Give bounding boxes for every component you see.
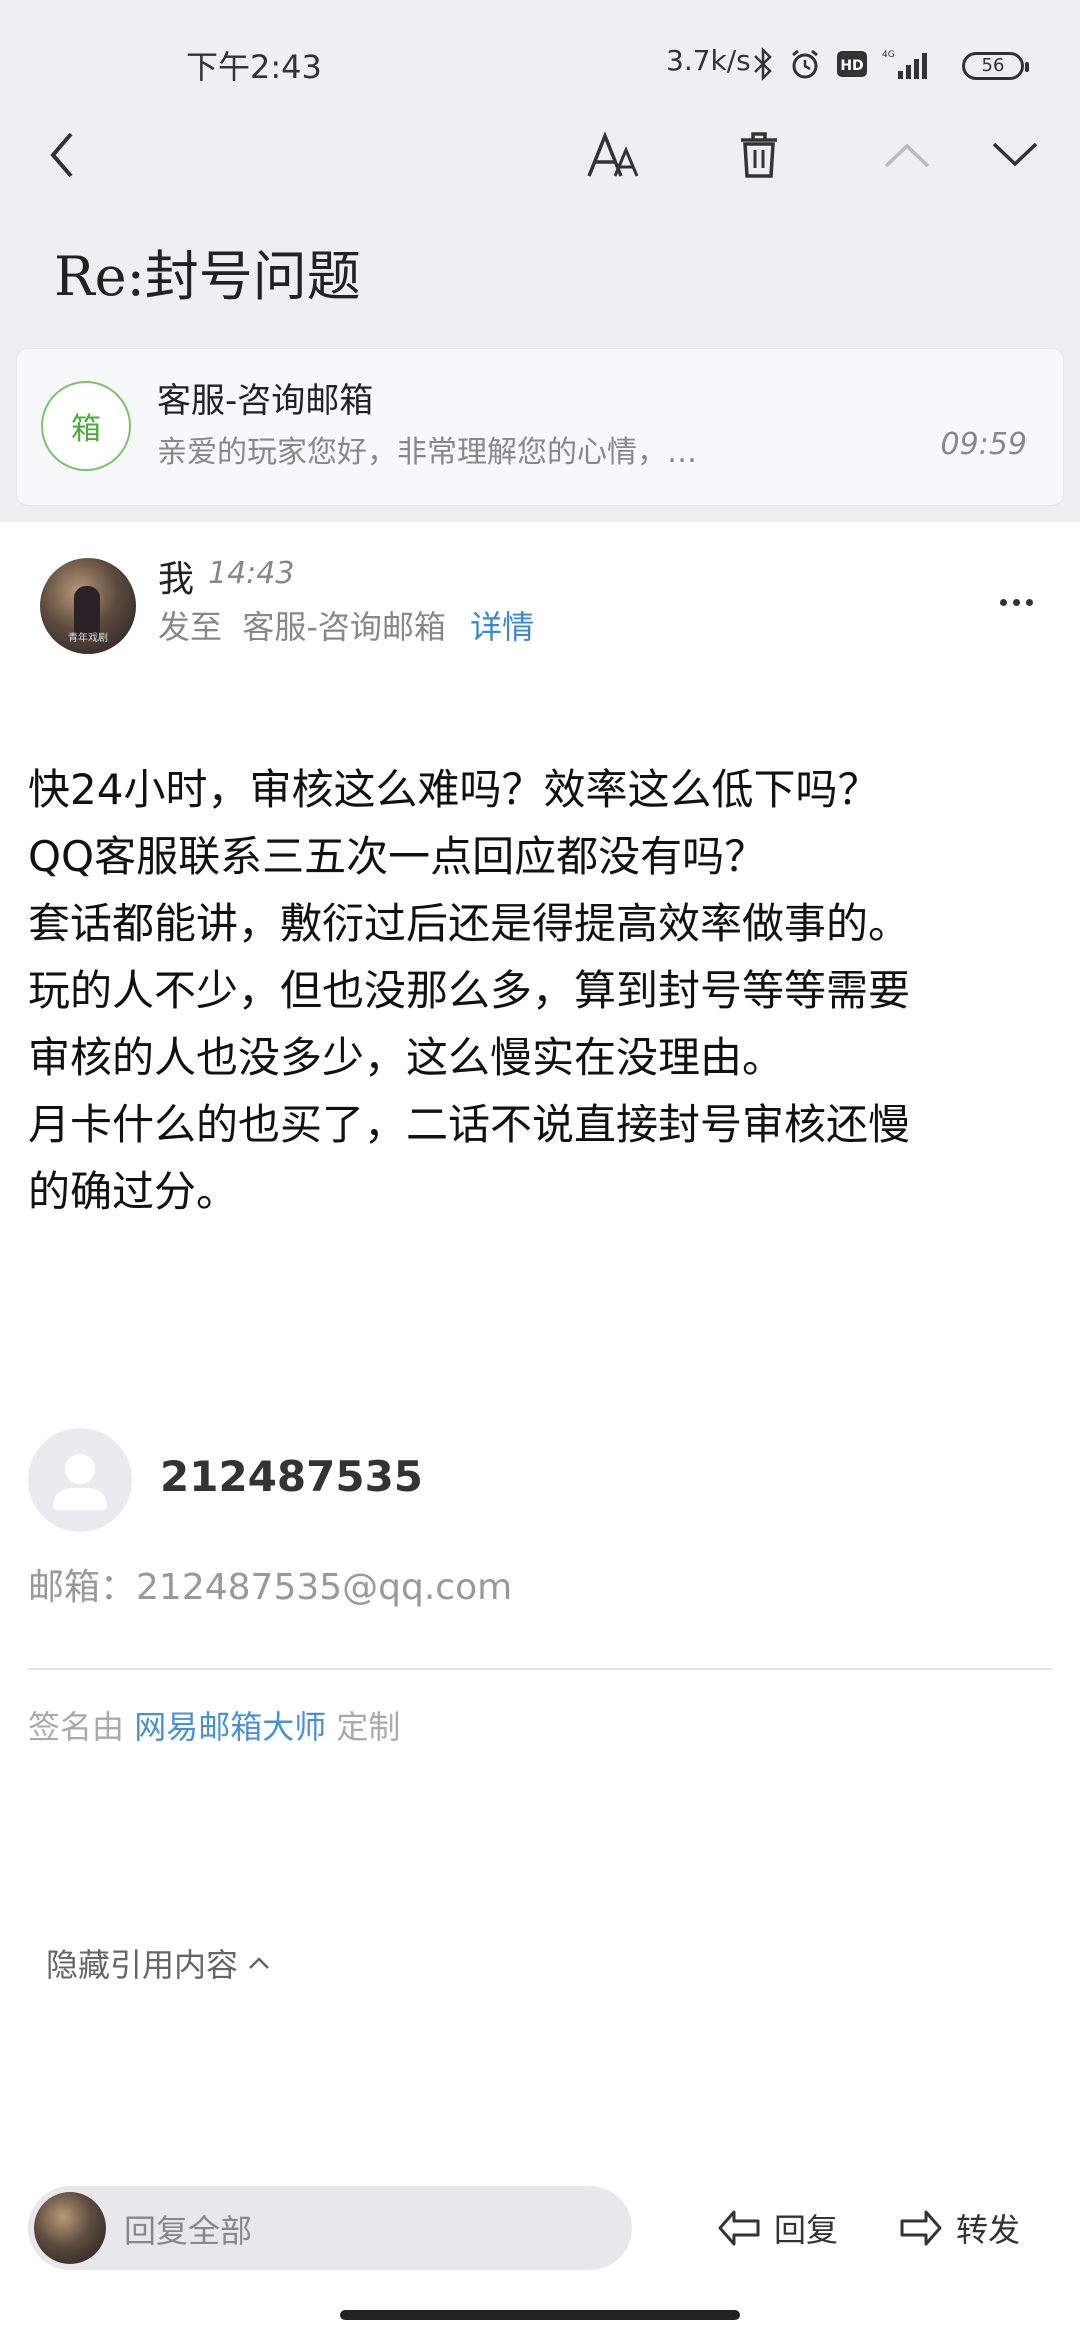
home-indicator[interactable] [340,2310,740,2320]
reply-all-label: 回复全部 [124,2212,253,2250]
message-header: 青年戏剧 我 14:43 发至 客服-咨询邮箱 详情 [0,540,1080,670]
to-prefix: 发至 [158,608,223,646]
chevron-up-icon [884,143,930,168]
network-speed: 3.7k/s [666,44,751,77]
avatar[interactable]: 青年戏剧 [40,558,136,654]
battery-indicator: 56 [962,52,1029,80]
toolbar [0,110,1080,200]
svg-text:HD: HD [840,58,863,74]
font-size-button[interactable] [578,120,648,190]
signature-email: 邮箱：212487535@qq.com [28,1558,512,1610]
hd-icon: HD [837,51,867,77]
delete-button[interactable] [724,120,794,190]
trash-icon [741,132,777,178]
previous-time: 09:59 [940,427,1027,462]
email-address[interactable]: 212487535@qq.com [136,1567,512,1608]
recipient-name: 客服-咨询邮箱 [242,608,446,646]
credit-link[interactable]: 网易邮箱大师 [134,1708,326,1746]
bluetooth-icon [754,47,772,81]
recipient-line: 发至 客服-咨询邮箱 详情 [158,602,534,648]
status-time: 下午2:43 [186,48,322,86]
person-head-icon [65,1454,95,1484]
more-dot-icon [999,598,1007,606]
email-label: 邮箱： [28,1567,137,1608]
avatar-caption: 青年戏剧 [68,633,108,644]
body-line: 月卡什么的也买了，二话不说直接封号审核还慢 [28,1100,911,1149]
signature-avatar [28,1428,132,1532]
previous-message-card[interactable]: 箱 客服-咨询邮箱 亲爱的玩家您好，非常理解您的心情，… 09:59 [16,348,1064,506]
more-options-button[interactable] [986,582,1046,622]
status-icons: HD 4G [752,44,934,84]
body-line: 审核的人也没多少，这么慢实在没理由。 [28,1033,785,1082]
signature-divider [28,1668,1052,1670]
reply-button[interactable]: 回复 [716,2196,838,2260]
alarm-icon [792,49,818,79]
body-line: 的确过分。 [28,1167,239,1216]
reply-all-button[interactable]: 回复全部 [28,2186,632,2270]
hide-quote-label: 隐藏引用内容 [46,1946,239,1984]
back-button[interactable] [28,120,98,190]
hide-quote-toggle[interactable]: 隐藏引用内容 [46,1940,270,1986]
reply-label: 回复 [774,2211,839,2249]
body-line: QQ客服联系三五次一点回应都没有吗？ [28,832,767,881]
previous-sender: 客服-咨询邮箱 [157,381,374,421]
more-dot-icon [1025,598,1033,606]
avatar [34,2192,106,2264]
previous-mail-button[interactable] [872,120,942,190]
body-line: 快24小时，审核这么难吗？效率这么低下吗？ [28,765,880,814]
previous-preview: 亲爱的玩家您好，非常理解您的心情，… [157,435,697,470]
next-mail-button[interactable] [980,120,1050,190]
body-line: 玩的人不少，但也没那么多，算到封号等等需要 [28,966,911,1015]
chevron-up-icon [249,1957,269,1969]
body-line: 套话都能讲，敷衍过后还是得提高效率做事的。 [28,899,911,948]
reply-arrow-icon [718,2210,760,2246]
chevron-left-icon [50,132,73,178]
credit-prefix: 签名由 [28,1708,125,1746]
forward-button[interactable]: 转发 [898,2196,1020,2260]
more-dot-icon [1012,598,1020,606]
forward-label: 转发 [956,2211,1021,2249]
credit-suffix: 定制 [336,1708,401,1746]
chevron-down-icon [992,142,1038,167]
font-size-icon [587,131,639,177]
person-body-icon [53,1488,107,1510]
message-body: 快24小时，审核这么难吗？效率这么低下吗？ QQ客服联系三五次一点回应都没有吗？… [28,756,1058,1225]
forward-arrow-icon [900,2210,942,2246]
signal-icon: 4G [882,50,927,79]
details-link[interactable]: 详情 [470,608,534,646]
mail-subject: Re:封号问题 [54,245,361,308]
signature-name: 212487535 [160,1452,424,1501]
signature-credit: 签名由 网易邮箱大师 定制 [28,1702,400,1748]
message-time: 14:43 [208,556,295,591]
sender-avatar: 箱 [41,381,131,471]
from-name: 我 [158,559,195,600]
status-bar: 下午2:43 3.7k/s HD 4G 56 [0,30,1080,100]
svg-text:4G: 4G [882,50,895,60]
